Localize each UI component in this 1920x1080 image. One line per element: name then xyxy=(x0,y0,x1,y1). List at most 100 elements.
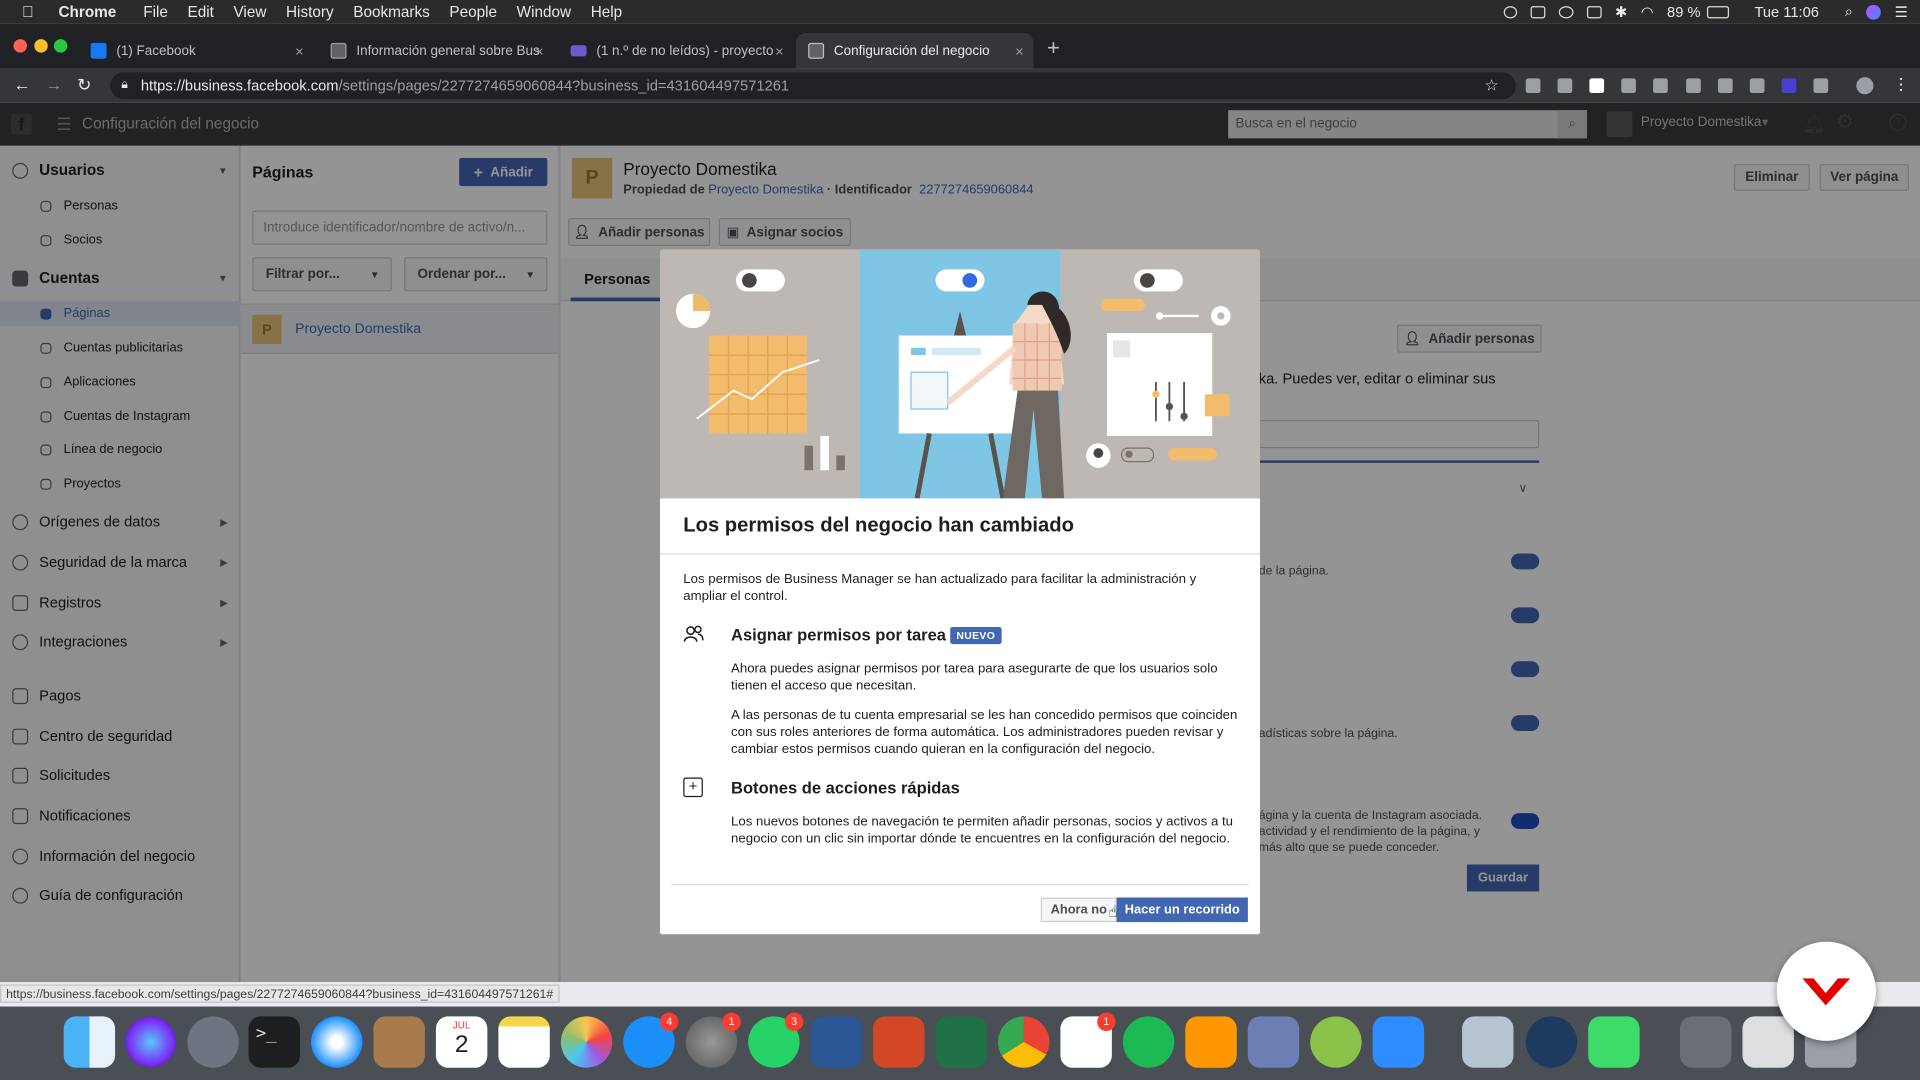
display-icon[interactable] xyxy=(1530,5,1546,18)
extension-icon[interactable] xyxy=(1621,78,1636,94)
minimize-window-icon[interactable] xyxy=(34,39,48,53)
tab-business-settings[interactable]: Configuración del negocio × xyxy=(795,33,1034,69)
mac-dock: >_ JUL 2 4 1 3 1 xyxy=(0,1006,1920,1080)
facetime-icon[interactable] xyxy=(1588,1016,1640,1068)
url-host: https://business.facebook.com xyxy=(140,77,339,95)
forward-icon[interactable]: → xyxy=(45,75,62,95)
section-paragraph: Ahora puedes asignar permisos por tarea … xyxy=(731,661,1218,694)
not-now-button[interactable]: Ahora no xyxy=(1040,897,1117,923)
sublime-icon[interactable] xyxy=(1185,1016,1237,1068)
close-tab-icon[interactable]: × xyxy=(775,42,784,59)
pocket-extension-icon[interactable] xyxy=(1525,78,1541,94)
zoom-icon[interactable] xyxy=(1372,1016,1425,1068)
app-store-icon[interactable]: 4 xyxy=(623,1012,679,1068)
close-tab-icon[interactable]: × xyxy=(295,42,304,59)
tab-mail[interactable]: (1 n.º de no leídos) - proyecto × xyxy=(558,33,793,69)
menu-help[interactable]: Help xyxy=(591,3,622,20)
extension-icon[interactable] xyxy=(1589,78,1605,94)
clock[interactable]: Tue 11:06 xyxy=(1754,3,1819,20)
section-paragraph: A las personas de tu cuenta empresarial … xyxy=(731,707,1238,757)
chrome-menu-icon[interactable]: ⋮ xyxy=(1893,75,1909,95)
notification-center-icon[interactable]: ☰ xyxy=(1895,3,1908,20)
battery-icon[interactable] xyxy=(1706,5,1729,18)
reload-icon[interactable]: ↻ xyxy=(77,75,91,96)
excel-icon[interactable] xyxy=(935,1016,987,1068)
extension-icon[interactable] xyxy=(1557,78,1573,94)
siri-icon[interactable] xyxy=(124,1016,177,1068)
close-window-icon[interactable] xyxy=(13,39,27,53)
maximize-window-icon[interactable] xyxy=(53,39,68,53)
section-title-quick-actions: Botones de acciones rápidas xyxy=(731,778,960,798)
menu-view[interactable]: View xyxy=(233,3,266,20)
menu-people[interactable]: People xyxy=(449,3,497,20)
apple-icon[interactable]:  xyxy=(22,2,34,20)
downloads-stack-icon[interactable] xyxy=(1680,1016,1732,1068)
notes-icon[interactable] xyxy=(498,1016,550,1068)
word-icon[interactable] xyxy=(810,1016,863,1068)
notification-badge: 3 xyxy=(784,1012,804,1032)
extension-icon[interactable] xyxy=(1686,78,1701,94)
profile-avatar-icon[interactable] xyxy=(1856,77,1874,95)
terminal-icon[interactable]: >_ xyxy=(248,1016,301,1068)
close-tab-icon[interactable]: × xyxy=(535,42,544,59)
notification-badge: 1 xyxy=(722,1012,741,1032)
siri-icon[interactable] xyxy=(1866,4,1882,19)
tab-label: Configuración del negocio xyxy=(833,43,990,59)
menu-bookmarks[interactable]: Bookmarks xyxy=(353,3,430,20)
chrome-tabstrip: (1) Facebook × Información general sobre… xyxy=(0,23,1920,69)
document-favicon-icon xyxy=(808,42,825,59)
take-tour-button[interactable]: Hacer un recorrido xyxy=(1116,897,1248,923)
system-preferences-icon[interactable]: 1 xyxy=(685,1012,741,1068)
domestika-logo xyxy=(1776,941,1876,1041)
finder-icon[interactable] xyxy=(63,1016,116,1068)
notification-badge: 4 xyxy=(660,1012,679,1032)
close-tab-icon[interactable]: × xyxy=(1015,42,1024,59)
safari-icon[interactable] xyxy=(311,1016,363,1068)
extension-icon[interactable] xyxy=(1653,78,1668,94)
extension-icon[interactable] xyxy=(1717,78,1733,94)
quicktime-icon[interactable] xyxy=(1525,1016,1578,1068)
menu-file[interactable]: File xyxy=(143,3,168,20)
new-tab-button[interactable]: + xyxy=(1047,36,1060,62)
dialog-intro: Los permisos de Business Manager se han … xyxy=(683,571,1197,604)
photos-icon[interactable] xyxy=(560,1016,613,1068)
preview-icon[interactable] xyxy=(1462,1016,1514,1068)
calendar-month: JUL xyxy=(452,1020,471,1032)
record-icon[interactable] xyxy=(1503,5,1518,18)
extension-icon[interactable] xyxy=(1749,78,1765,94)
battery-percent: 89 % xyxy=(1667,3,1701,21)
wifi-icon[interactable]: ◠ xyxy=(1641,3,1654,20)
address-bar[interactable]: 🔒︎ https://business.facebook.com/setting… xyxy=(110,72,1516,100)
powerpoint-icon[interactable] xyxy=(873,1016,925,1068)
spotlight-icon[interactable]: ⌕ xyxy=(1845,2,1853,20)
menu-edit[interactable]: Edit xyxy=(188,3,214,20)
bookmark-star-icon[interactable]: ☆ xyxy=(1485,72,1499,99)
notebook-icon[interactable] xyxy=(373,1016,425,1068)
slack-icon[interactable]: 1 xyxy=(1060,1012,1116,1068)
menu-history[interactable]: History xyxy=(286,3,334,20)
notification-badge: 1 xyxy=(1097,1012,1116,1032)
permissions-changed-dialog: Los permisos del negocio han cambiado Lo… xyxy=(660,249,1261,935)
extension-icon[interactable] xyxy=(1781,78,1797,94)
bluetooth-icon[interactable]: ✱ xyxy=(1615,3,1627,20)
whatsapp-icon[interactable]: 3 xyxy=(748,1012,804,1068)
calendar-icon[interactable]: JUL 2 xyxy=(435,1016,488,1068)
back-icon[interactable]: ← xyxy=(13,75,30,95)
menu-window[interactable]: Window xyxy=(517,3,571,20)
menu-chrome[interactable]: Chrome xyxy=(58,3,116,20)
extension-icon[interactable] xyxy=(1813,78,1829,94)
sync-icon[interactable] xyxy=(1558,5,1574,18)
chrome-icon[interactable] xyxy=(997,1016,1050,1068)
url-path: /settings/pages/2277274659060844?busines… xyxy=(338,77,790,95)
frog-app-icon[interactable] xyxy=(1310,1016,1362,1068)
not-now-label: Ahora no xyxy=(1050,902,1108,918)
tab-business-overview[interactable]: Información general sobre Bus × xyxy=(318,33,553,69)
tab-facebook[interactable]: (1) Facebook × xyxy=(78,33,313,69)
tab-label: Información general sobre Bus xyxy=(356,43,540,59)
filemerge-icon[interactable] xyxy=(1247,1016,1300,1068)
launchpad-icon[interactable] xyxy=(187,1016,239,1068)
spotify-icon[interactable] xyxy=(1122,1016,1175,1068)
airplay-icon[interactable] xyxy=(1586,5,1602,18)
document-favicon-icon xyxy=(330,42,347,59)
quick-action-icon: + xyxy=(683,777,703,798)
